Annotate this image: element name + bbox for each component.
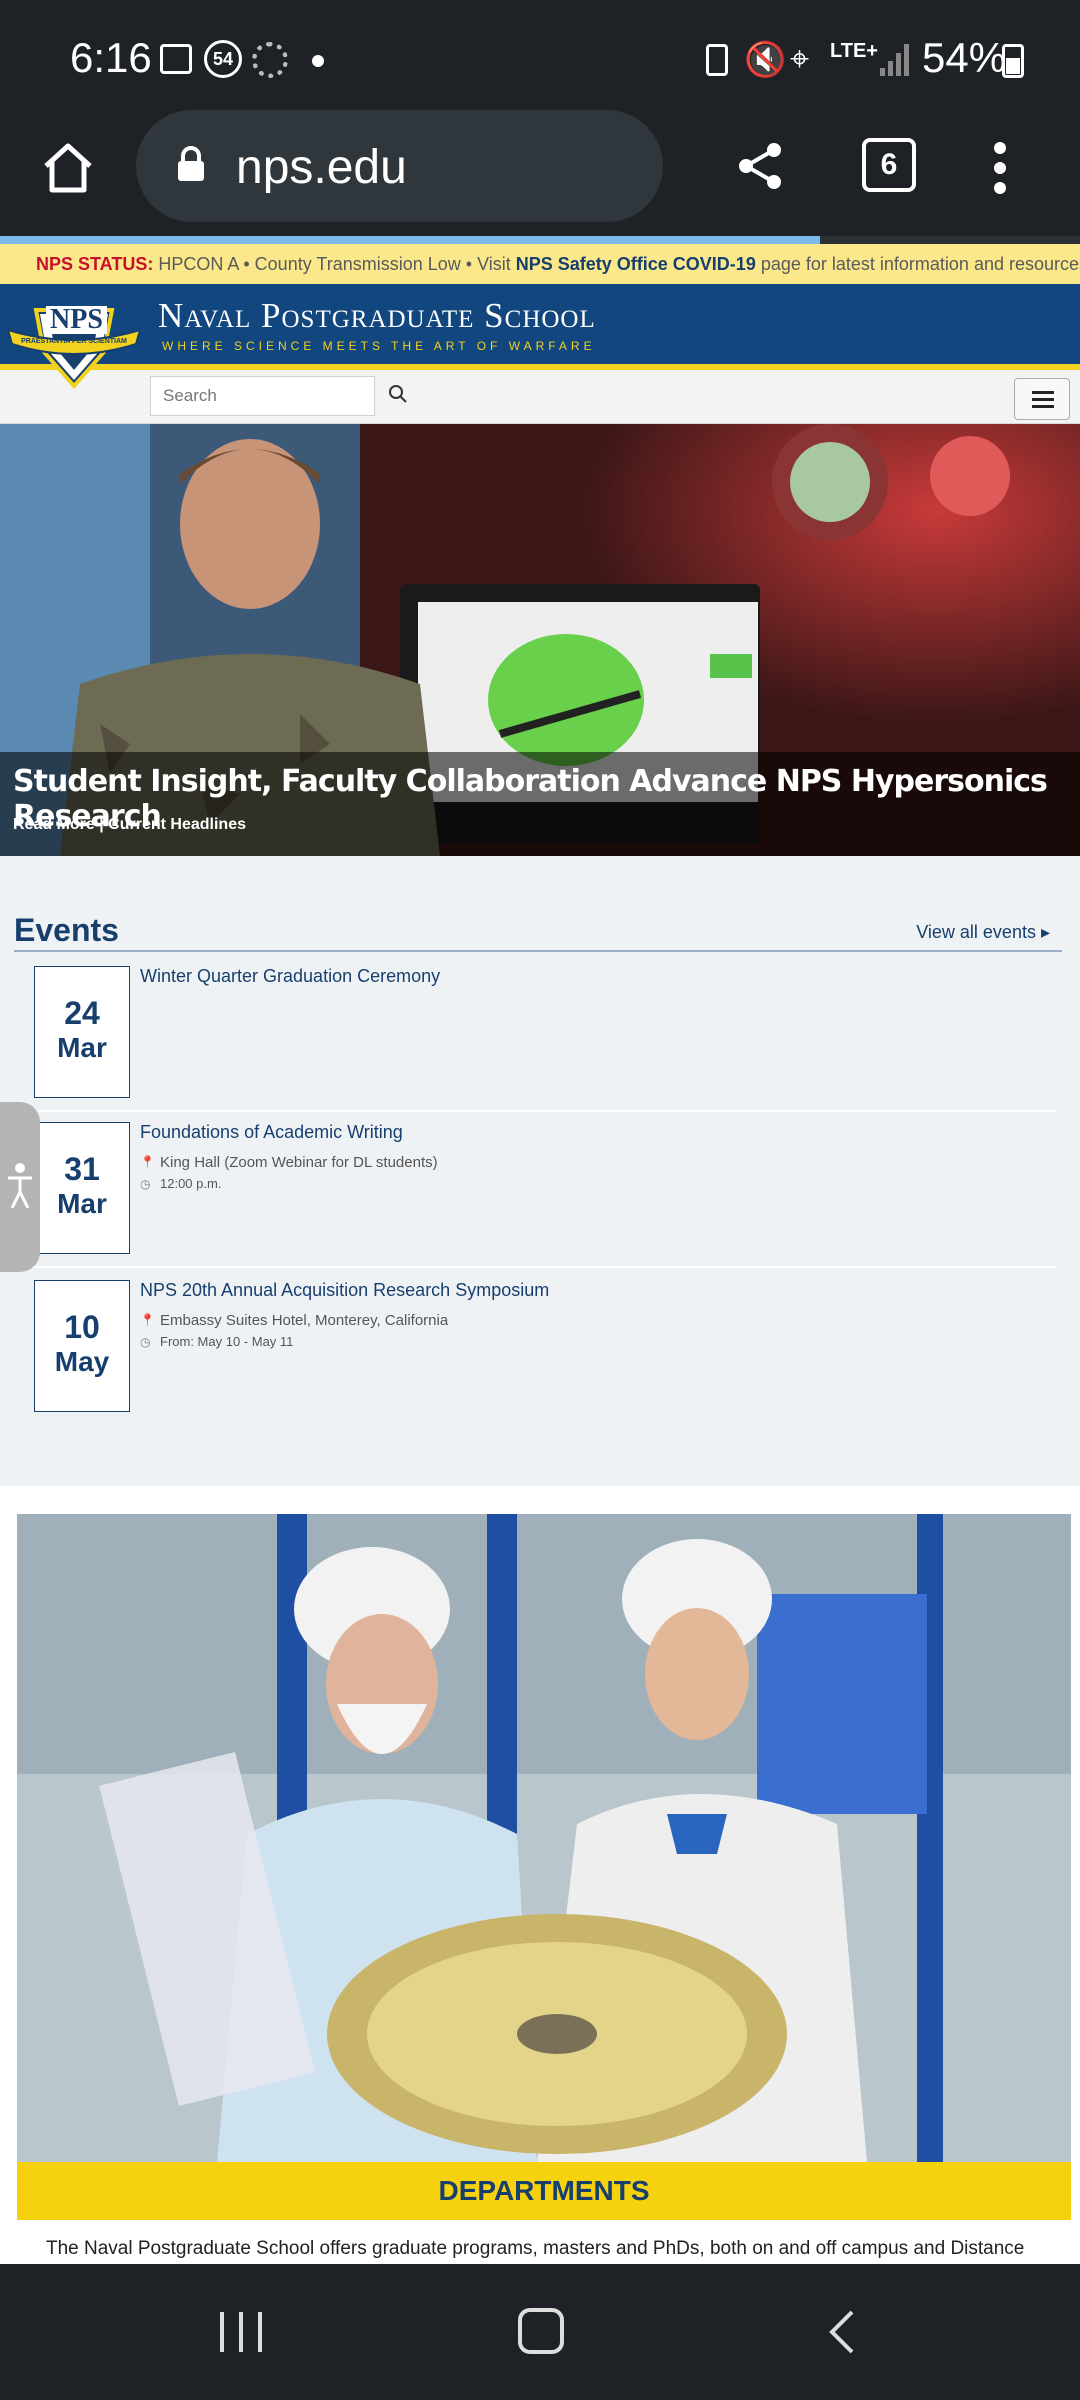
- accessibility-tab[interactable]: [0, 1102, 40, 1272]
- notification-count: 54: [212, 49, 234, 69]
- event-title[interactable]: NPS 20th Annual Acquisition Research Sym…: [140, 1280, 549, 1301]
- event-day: 10: [64, 1309, 100, 1345]
- status-notice-bar: NPS STATUS: HPCON A • County Transmissio…: [0, 244, 1080, 284]
- logo-motto: PRAESTANTIA PER SCIENTIAM: [21, 338, 127, 345]
- read-more-link[interactable]: Read More: [13, 816, 95, 833]
- network-type: LTE+: [830, 40, 878, 62]
- departments-label: DEPARTMENTS: [438, 2175, 650, 2206]
- sync-icon: [252, 42, 288, 78]
- event-title[interactable]: Winter Quarter Graduation Ceremony: [140, 966, 440, 987]
- battery-saver-icon: [706, 44, 728, 76]
- hamburger-icon: [1032, 391, 1054, 409]
- dot-icon: [312, 55, 324, 67]
- event-location: Embassy Suites Hotel, Monterey, Californ…: [160, 1312, 449, 1329]
- hero-links: Read More | Current Headlines: [13, 816, 246, 834]
- mute-icon: 🔇: [744, 41, 787, 79]
- web-page: NPS STATUS: HPCON A • County Transmissio…: [0, 244, 1080, 2264]
- event-location: King Hall (Zoom Webinar for DL students): [160, 1154, 438, 1171]
- location-icon: ⌖: [790, 40, 810, 78]
- event-item[interactable]: 24 Mar Winter Quarter Graduation Ceremon…: [28, 966, 1056, 1116]
- notification-count-badge: 54: [204, 40, 242, 78]
- home-button-icon[interactable]: [518, 2308, 564, 2354]
- events-heading: Events: [14, 912, 119, 948]
- notice-text-1: HPCON A • County Transmission Low • Visi…: [153, 254, 516, 274]
- clock-icon: ◷: [140, 1335, 151, 1349]
- search-input[interactable]: [150, 376, 375, 416]
- event-time: From: May 10 - May 11: [160, 1334, 294, 1349]
- event-separator: [28, 1110, 1056, 1112]
- signal-icon: [880, 44, 910, 76]
- event-month: Mar: [57, 1188, 107, 1219]
- accessibility-icon: [6, 1162, 34, 1212]
- gallery-notification-icon: [160, 44, 192, 74]
- event-month: Mar: [57, 1032, 107, 1063]
- menu-toggle-button[interactable]: [1014, 378, 1070, 420]
- departments-section: DEPARTMENTS The Naval Postgraduate Schoo…: [0, 1486, 1080, 2264]
- event-time: 12:00 p.m.: [160, 1176, 222, 1191]
- browser-toolbar: nps.edu 6: [0, 110, 1080, 240]
- page-load-progress: [0, 236, 820, 244]
- logo-text: NPS: [46, 306, 107, 334]
- tab-switcher-button[interactable]: 6: [862, 138, 916, 192]
- view-all-events-link[interactable]: View all events ▸: [916, 922, 1050, 943]
- more-menu-icon[interactable]: [990, 140, 1010, 196]
- events-section: Events View all events ▸ 24 Mar Winter Q…: [0, 856, 1080, 1486]
- events-divider: [14, 950, 1062, 952]
- hero-banner[interactable]: Student Insight, Faculty Collaboration A…: [0, 424, 1080, 856]
- departments-intro: The Naval Postgraduate School offers gra…: [46, 2238, 1025, 2259]
- tab-count: 6: [880, 148, 898, 181]
- hero-link-separator: |: [94, 816, 109, 833]
- event-item[interactable]: 10 May NPS 20th Annual Acquisition Resea…: [28, 1280, 1056, 1430]
- covid-link[interactable]: NPS Safety Office COVID-19: [516, 254, 756, 274]
- event-item[interactable]: 31 Mar Foundations of Academic Writing 📍…: [28, 1122, 1056, 1272]
- departments-band[interactable]: DEPARTMENTS: [17, 2162, 1071, 2220]
- location-pin-icon: 📍: [140, 1313, 155, 1327]
- departments-photo[interactable]: [17, 1514, 1071, 2162]
- nps-logo[interactable]: NPS PRAESTANTIA PER SCIENTIAM: [4, 292, 144, 392]
- back-icon[interactable]: [826, 2308, 856, 2356]
- battery-percent: 54%: [922, 34, 1007, 81]
- lock-icon: [176, 146, 206, 182]
- notice-label: NPS STATUS:: [36, 254, 154, 274]
- event-date-box: 10 May: [34, 1280, 130, 1412]
- share-icon[interactable]: [734, 140, 786, 192]
- search-row: [0, 370, 1080, 424]
- clock-icon: ◷: [140, 1177, 151, 1191]
- notice-text-2: page for latest information and resource…: [755, 254, 1080, 274]
- event-separator: [28, 1266, 1056, 1268]
- location-pin-icon: 📍: [140, 1155, 155, 1169]
- event-day: 24: [64, 995, 100, 1031]
- battery-icon: [1002, 44, 1024, 78]
- home-icon[interactable]: [38, 138, 98, 198]
- url-text: nps.edu: [236, 141, 407, 194]
- event-date-box: 24 Mar: [34, 966, 130, 1098]
- search-icon[interactable]: [388, 384, 408, 404]
- recent-apps-icon[interactable]: [216, 2310, 266, 2354]
- event-title[interactable]: Foundations of Academic Writing: [140, 1122, 403, 1143]
- current-headlines-link[interactable]: Current Headlines: [108, 816, 246, 833]
- system-navigation-bar: [0, 2264, 1080, 2400]
- site-tagline: WHERE SCIENCE MEETS THE ART OF WARFARE: [162, 339, 596, 353]
- page-load-progress-track: [820, 236, 1080, 244]
- event-month: May: [54, 1346, 110, 1377]
- event-day: 31: [64, 1151, 100, 1187]
- status-bar: 6:16 54 🔇 ⌖ LTE+ 54%: [0, 0, 1080, 110]
- site-masthead: NPS PRAESTANTIA PER SCIENTIAM Naval Post…: [0, 284, 1080, 390]
- lab-photo: [17, 1514, 1071, 2162]
- site-title[interactable]: Naval Postgraduate School: [158, 296, 596, 336]
- clock: 6:16: [70, 34, 152, 81]
- address-bar[interactable]: nps.edu: [136, 110, 663, 222]
- event-date-box: 31 Mar: [34, 1122, 130, 1254]
